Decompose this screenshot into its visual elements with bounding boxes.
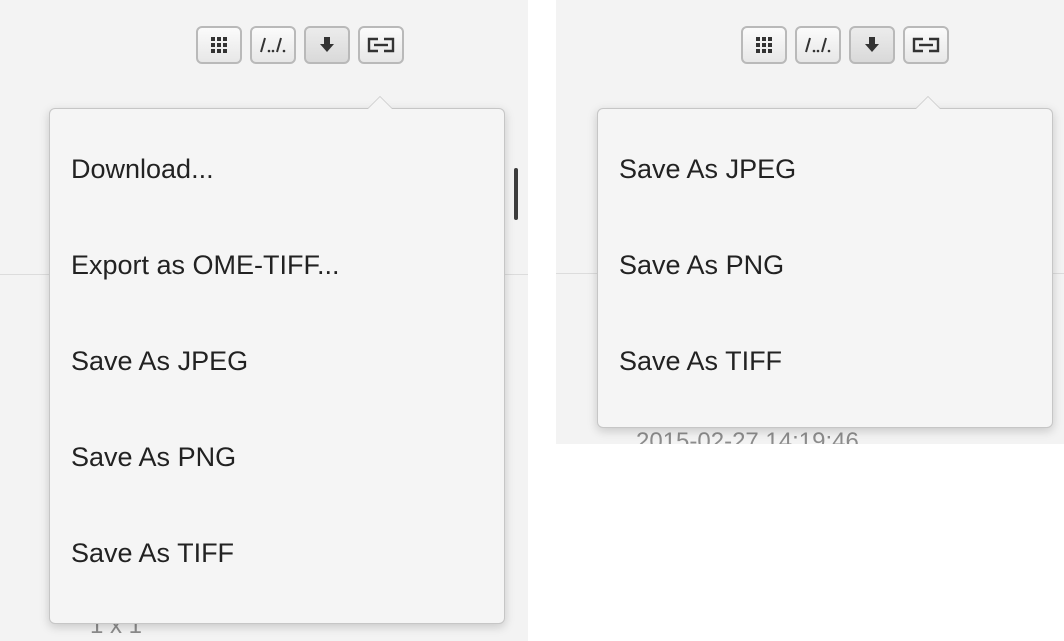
toolbar (196, 26, 404, 64)
menu-arrow (367, 96, 393, 109)
menu-list: Save As JPEG Save As PNG Save As TIFF (598, 109, 1052, 409)
download-menu-button[interactable] (849, 26, 895, 64)
grid-view-button[interactable] (196, 26, 242, 64)
download-menu-button[interactable] (304, 26, 350, 64)
link-icon (912, 37, 940, 53)
menu-item-save-tiff[interactable]: Save As TIFF (598, 313, 1052, 409)
download-menu: Download... Export as OME-TIFF... Save A… (49, 96, 505, 624)
path-button[interactable] (250, 26, 296, 64)
background-edge (514, 168, 518, 220)
menu-item-save-png[interactable]: Save As PNG (598, 217, 1052, 313)
link-icon (367, 37, 395, 53)
panel-right: 2015-02-27 14:19:46 Save As JPEG Save As… (556, 0, 1064, 444)
background-text: 2015-02-27 14:19:46 (636, 428, 859, 444)
download-arrow-icon (865, 37, 879, 52)
grid-icon (756, 37, 772, 53)
grid-view-button[interactable] (741, 26, 787, 64)
download-menu: Save As JPEG Save As PNG Save As TIFF (597, 96, 1053, 428)
menu-item-download[interactable]: Download... (50, 121, 504, 217)
menu-item-save-tiff[interactable]: Save As TIFF (50, 505, 504, 601)
path-icon (260, 37, 286, 53)
menu-arrow (915, 96, 941, 109)
menu-item-save-png[interactable]: Save As PNG (50, 409, 504, 505)
link-button[interactable] (358, 26, 404, 64)
download-arrow-icon (320, 37, 334, 52)
path-button[interactable] (795, 26, 841, 64)
menu-item-save-jpeg[interactable]: Save As JPEG (50, 313, 504, 409)
menu-list: Download... Export as OME-TIFF... Save A… (50, 109, 504, 601)
menu-item-export-ome-tiff[interactable]: Export as OME-TIFF... (50, 217, 504, 313)
panel-left: 1 x 1 Download... Export as OME-TIFF... … (0, 0, 528, 641)
link-button[interactable] (903, 26, 949, 64)
path-icon (805, 37, 831, 53)
menu-item-save-jpeg[interactable]: Save As JPEG (598, 121, 1052, 217)
grid-icon (211, 37, 227, 53)
toolbar (741, 26, 949, 64)
